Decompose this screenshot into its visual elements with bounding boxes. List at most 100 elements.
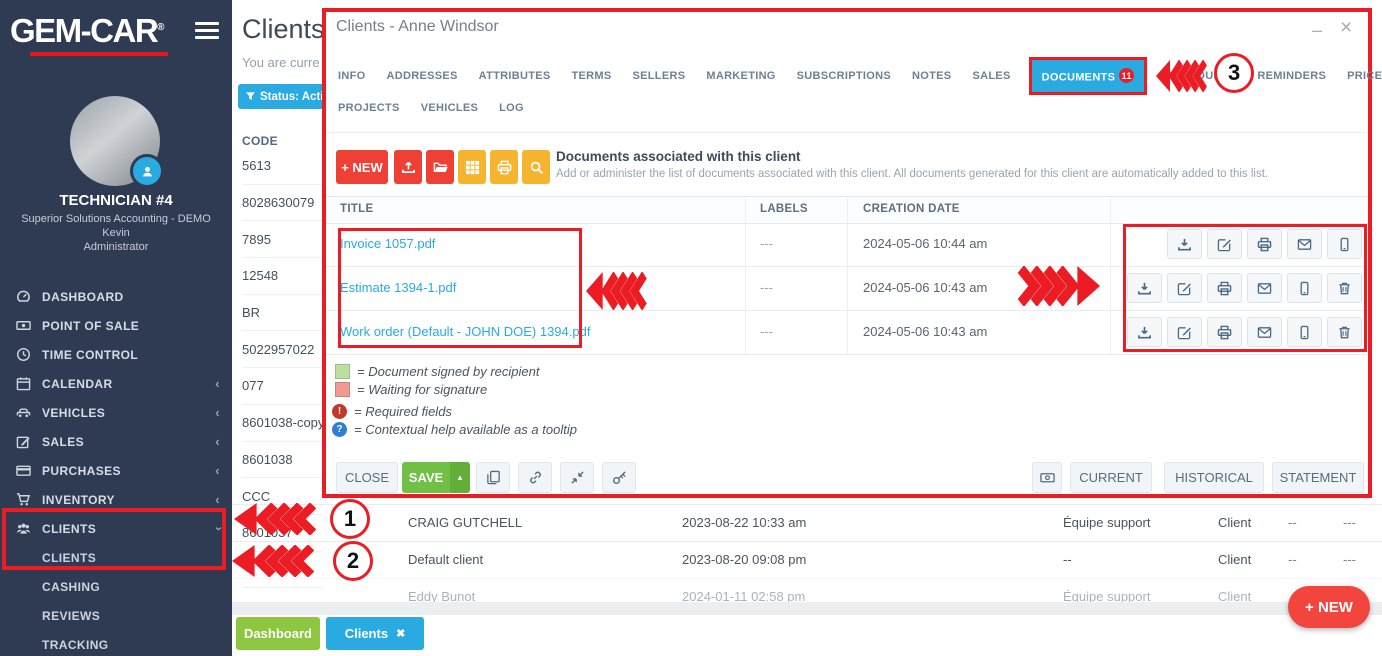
- sidebar-subitem-reviews[interactable]: REVIEWS: [0, 601, 232, 630]
- tab-subscriptions[interactable]: SUBSCRIPTIONS: [797, 70, 891, 82]
- edit-icon[interactable]: [1207, 229, 1242, 259]
- upload-icon[interactable]: [394, 150, 422, 184]
- tab-log[interactable]: LOG: [499, 102, 524, 114]
- client-code[interactable]: 7895: [242, 221, 322, 258]
- download-icon[interactable]: [1127, 273, 1162, 303]
- tab-info[interactable]: INFO: [338, 70, 365, 82]
- client-name: CRAIG GUTCHELL: [408, 515, 522, 530]
- page-title: Clients: [242, 14, 325, 45]
- column-header-creation-date: CREATION DATE: [863, 203, 960, 215]
- save-dropdown-caret-icon[interactable]: ▲: [450, 462, 470, 493]
- taskbar-tab-clients[interactable]: Clients ✖: [326, 617, 424, 650]
- save-button[interactable]: SAVE: [402, 462, 450, 493]
- taskbar-tab-dashboard[interactable]: Dashboard: [236, 617, 320, 650]
- tab-terms[interactable]: TERMS: [572, 70, 612, 82]
- print-icon[interactable]: [1247, 229, 1282, 259]
- close-icon[interactable]: ×: [1340, 16, 1352, 40]
- client-name: Default client: [408, 552, 483, 567]
- footer-strip: [232, 602, 1382, 615]
- print-icon[interactable]: [1207, 273, 1242, 303]
- chevron-left-icon: ‹: [215, 434, 220, 449]
- tab-marketing[interactable]: MARKETING: [706, 70, 775, 82]
- logo-underline: [30, 52, 168, 56]
- new-document-button[interactable]: + NEW: [336, 150, 388, 184]
- client-code[interactable]: 5613: [242, 148, 322, 185]
- sidebar-item-inventory[interactable]: INVENTORY‹: [0, 485, 232, 514]
- sidebar-item-point-of-sale[interactable]: POINT OF SALE: [0, 311, 232, 340]
- sidebar-item-clients[interactable]: CLIENTS‹: [0, 514, 232, 543]
- tab-addresses[interactable]: ADDRESSES: [386, 70, 457, 82]
- client-code[interactable]: 8601038-copy: [242, 405, 322, 442]
- close-icon[interactable]: ✖: [396, 627, 405, 640]
- compress-icon[interactable]: [560, 462, 594, 493]
- minimize-icon[interactable]: –: [1312, 20, 1322, 41]
- column-header-title: TITLE: [340, 203, 373, 215]
- email-icon[interactable]: [1247, 273, 1282, 303]
- sidebar-item-vehicles[interactable]: VEHICLES ‹: [0, 398, 232, 427]
- mobile-icon[interactable]: [1327, 229, 1362, 259]
- tab-label: Clients: [345, 626, 388, 641]
- mobile-icon[interactable]: [1287, 317, 1322, 347]
- section-heading: Documents associated with this client: [556, 149, 801, 164]
- grid-icon[interactable]: [458, 150, 486, 184]
- document-link[interactable]: Invoice 1057.pdf: [340, 236, 435, 251]
- edit-icon[interactable]: [1167, 273, 1202, 303]
- download-icon[interactable]: [1127, 317, 1162, 347]
- annotation-arrow-left: [1156, 60, 1208, 92]
- duplicate-icon[interactable]: [476, 462, 510, 493]
- tab-notes[interactable]: NOTES: [912, 70, 951, 82]
- link-icon[interactable]: [518, 462, 552, 493]
- sidebar-item-label: VEHICLES: [42, 406, 105, 420]
- tab-vehicles[interactable]: VEHICLES: [421, 102, 478, 114]
- client-code[interactable]: 8601038: [242, 442, 322, 479]
- client-code[interactable]: 5022957022: [242, 331, 322, 368]
- document-link[interactable]: Estimate 1394-1.pdf: [340, 280, 456, 295]
- tab-sales[interactable]: SALES: [972, 70, 1010, 82]
- edit-icon[interactable]: [1167, 317, 1202, 347]
- statement-button[interactable]: STATEMENT: [1272, 462, 1364, 493]
- client-code[interactable]: 077: [242, 368, 322, 405]
- sidebar-item-label: CASHING: [42, 580, 100, 594]
- print-icon[interactable]: [490, 150, 518, 184]
- mobile-icon[interactable]: [1287, 273, 1322, 303]
- table-row[interactable]: CRAIG GUTCHELL 2023-08-22 10:33 am Équip…: [232, 504, 1382, 541]
- hamburger-menu-icon[interactable]: [194, 22, 220, 40]
- historical-button[interactable]: HISTORICAL: [1164, 462, 1264, 493]
- sidebar-item-dashboard[interactable]: DASHBOARD: [0, 282, 232, 311]
- tab-documents[interactable]: DOCUMENTS11 3: [1032, 60, 1145, 92]
- key-icon[interactable]: [602, 462, 636, 493]
- sidebar-item-sales[interactable]: SALES‹: [0, 427, 232, 456]
- tab-attributes[interactable]: ATTRIBUTES: [479, 70, 551, 82]
- save-button-group[interactable]: SAVE ▲: [402, 462, 470, 493]
- user-badge-icon[interactable]: [130, 154, 164, 188]
- sidebar-item-purchases[interactable]: PURCHASES‹: [0, 456, 232, 485]
- new-client-button[interactable]: + NEW: [1288, 586, 1370, 628]
- chevron-left-icon: ‹: [215, 405, 220, 420]
- folder-open-icon[interactable]: [426, 150, 454, 184]
- table-row[interactable]: Default client 2023-08-20 09:08 pm -- Cl…: [232, 541, 1382, 578]
- money-icon[interactable]: [1032, 462, 1062, 493]
- document-link[interactable]: Work order (Default - JOHN DOE) 1394.pdf: [340, 324, 590, 339]
- trash-icon[interactable]: [1327, 317, 1362, 347]
- email-icon[interactable]: [1247, 317, 1282, 347]
- tab-prices[interactable]: PRICES: [1347, 70, 1382, 82]
- sidebar-subitem-clients[interactable]: CLIENTS: [0, 543, 232, 572]
- tab-reminders[interactable]: REMINDERS: [1257, 70, 1326, 82]
- sidebar-item-time-control[interactable]: TIME CONTROL: [0, 340, 232, 369]
- current-button[interactable]: CURRENT: [1070, 462, 1152, 493]
- client-code[interactable]: BR: [242, 295, 322, 332]
- trash-icon[interactable]: [1327, 273, 1362, 303]
- search-icon[interactable]: [522, 150, 550, 184]
- sidebar-subitem-tracking[interactable]: TRACKING: [0, 630, 232, 656]
- tab-sellers[interactable]: SELLERS: [633, 70, 686, 82]
- tab-projects[interactable]: PROJECTS: [338, 102, 400, 114]
- sidebar-item-calendar[interactable]: CALENDAR‹: [0, 369, 232, 398]
- close-button[interactable]: CLOSE: [336, 462, 398, 493]
- email-icon[interactable]: [1287, 229, 1322, 259]
- client-code[interactable]: 8028630079: [242, 185, 322, 222]
- client-code[interactable]: 12548: [242, 258, 322, 295]
- sidebar-subitem-cashing[interactable]: CASHING: [0, 572, 232, 601]
- print-icon[interactable]: [1207, 317, 1242, 347]
- status-filter-chip[interactable]: Status: Active: [238, 84, 331, 109]
- download-icon[interactable]: [1167, 229, 1202, 259]
